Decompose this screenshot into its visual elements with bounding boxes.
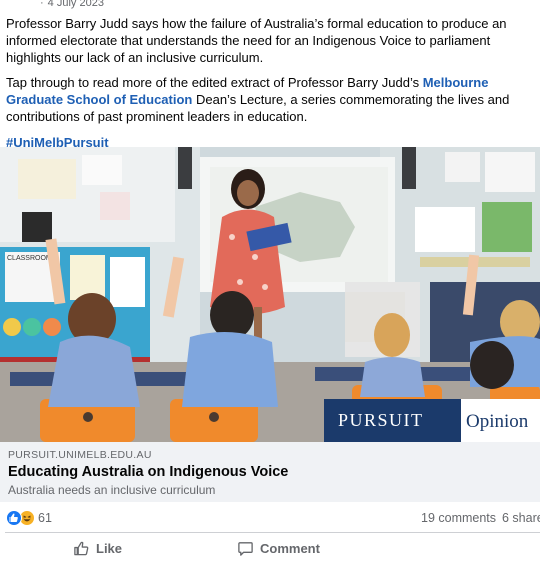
link-title[interactable]: Educating Australia on Indigenous Voice: [8, 464, 288, 480]
thumbs-up-icon: [74, 541, 89, 555]
opinion-wordmark: Opinion: [466, 411, 529, 432]
comment-label: Comment: [260, 540, 320, 556]
reaction-count: 61: [38, 511, 52, 525]
post-text: Professor Barry Judd says how the failur…: [6, 15, 538, 159]
paragraph-2-lead: Tap through to read more of the edited e…: [6, 75, 423, 90]
post-image[interactable]: CLASSROOM PURSUIT Opinion: [0, 147, 540, 442]
pursuit-wordmark: PURSUIT: [338, 410, 424, 430]
facebook-post: · 4 July 2023 Professor Barry Judd says h…: [0, 0, 540, 566]
post-paragraph-1: Professor Barry Judd says how the failur…: [6, 16, 507, 65]
classroom-sign: CLASSROOM: [7, 255, 52, 262]
shares-count[interactable]: 6 shares: [502, 511, 540, 525]
post-paragraph-2: Tap through to read more of the edited e…: [6, 74, 538, 125]
comments-count[interactable]: 19 comments: [421, 511, 496, 525]
post-date-text: 4 July 2023: [47, 0, 104, 9]
separator-dot: ·: [40, 0, 44, 9]
link-description: Australia needs an inclusive curriculum: [8, 483, 216, 497]
comment-button[interactable]: Comment: [237, 533, 320, 563]
post-actions-bar: Like Comment: [5, 532, 540, 565]
like-button[interactable]: Like: [73, 533, 122, 563]
comment-bubble-icon: [238, 541, 253, 556]
like-reaction-icon: [6, 510, 22, 526]
link-preview-card[interactable]: PURSUIT.UNIMELB.EDU.AU Educating Austral…: [0, 442, 540, 502]
like-label: Like: [96, 540, 123, 556]
link-domain: PURSUIT.UNIMELB.EDU.AU: [8, 449, 152, 461]
engagement-stats: 61 19 comments 6 shares: [0, 504, 540, 532]
classroom-photo: CLASSROOM PURSUIT Opinion: [0, 147, 540, 442]
post-date[interactable]: · 4 July 2023: [40, 0, 104, 9]
